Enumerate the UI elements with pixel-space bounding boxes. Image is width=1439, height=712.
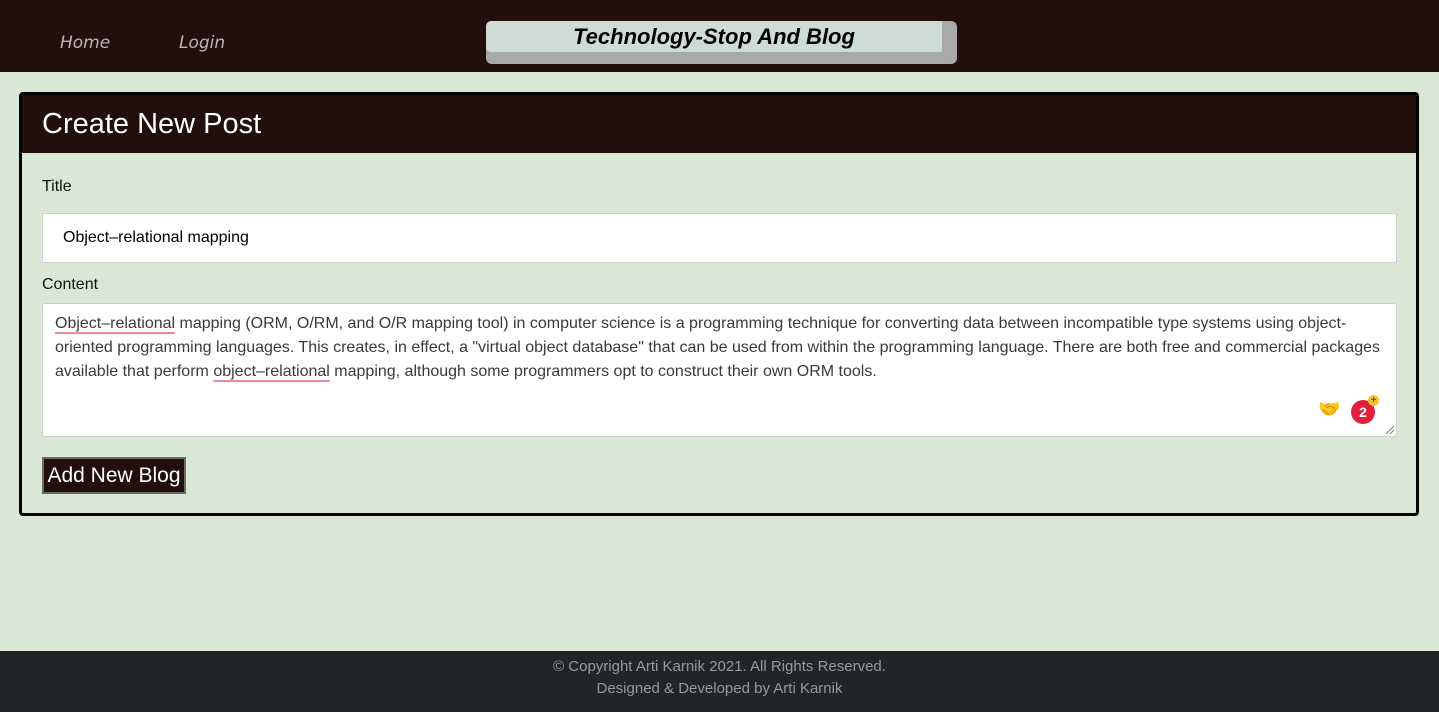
content-textarea[interactable]: Object–relational mapping (ORM, O/RM, an… [42,303,1397,437]
footer-credit: Designed & Developed by Arti Karnik [596,680,843,697]
handshake-icon[interactable]: 🤝 [1318,399,1340,419]
plus-icon: + [1368,395,1379,406]
brand-title[interactable]: Technology-Stop And Blog [486,21,942,52]
resize-handle[interactable] [1386,426,1394,434]
add-new-blog-button[interactable]: Add New Blog [42,457,186,494]
content-text: mapping, although some programmers opt t… [329,363,877,380]
page-title: Create New Post [42,107,262,140]
create-post-card: Create New Post Title Content Object–rel… [19,92,1419,516]
spellcheck-word[interactable]: Object–relational [55,315,175,332]
content-label: Content [42,276,99,293]
title-label: Title [42,178,72,195]
top-navbar: Home Login Technology-Stop And Blog [0,0,1439,72]
footer-copyright: © Copyright Arti Karnik 2021. All Rights… [553,658,886,675]
brand-banner: Technology-Stop And Blog [486,21,957,64]
nav-login-link[interactable]: Login [179,33,225,53]
footer: © Copyright Arti Karnik 2021. All Rights… [0,651,1439,712]
title-input[interactable] [42,213,1397,263]
spellcheck-word[interactable]: object–relational [213,363,330,380]
nav-home-link[interactable]: Home [60,33,110,53]
card-header: Create New Post [22,95,1416,153]
